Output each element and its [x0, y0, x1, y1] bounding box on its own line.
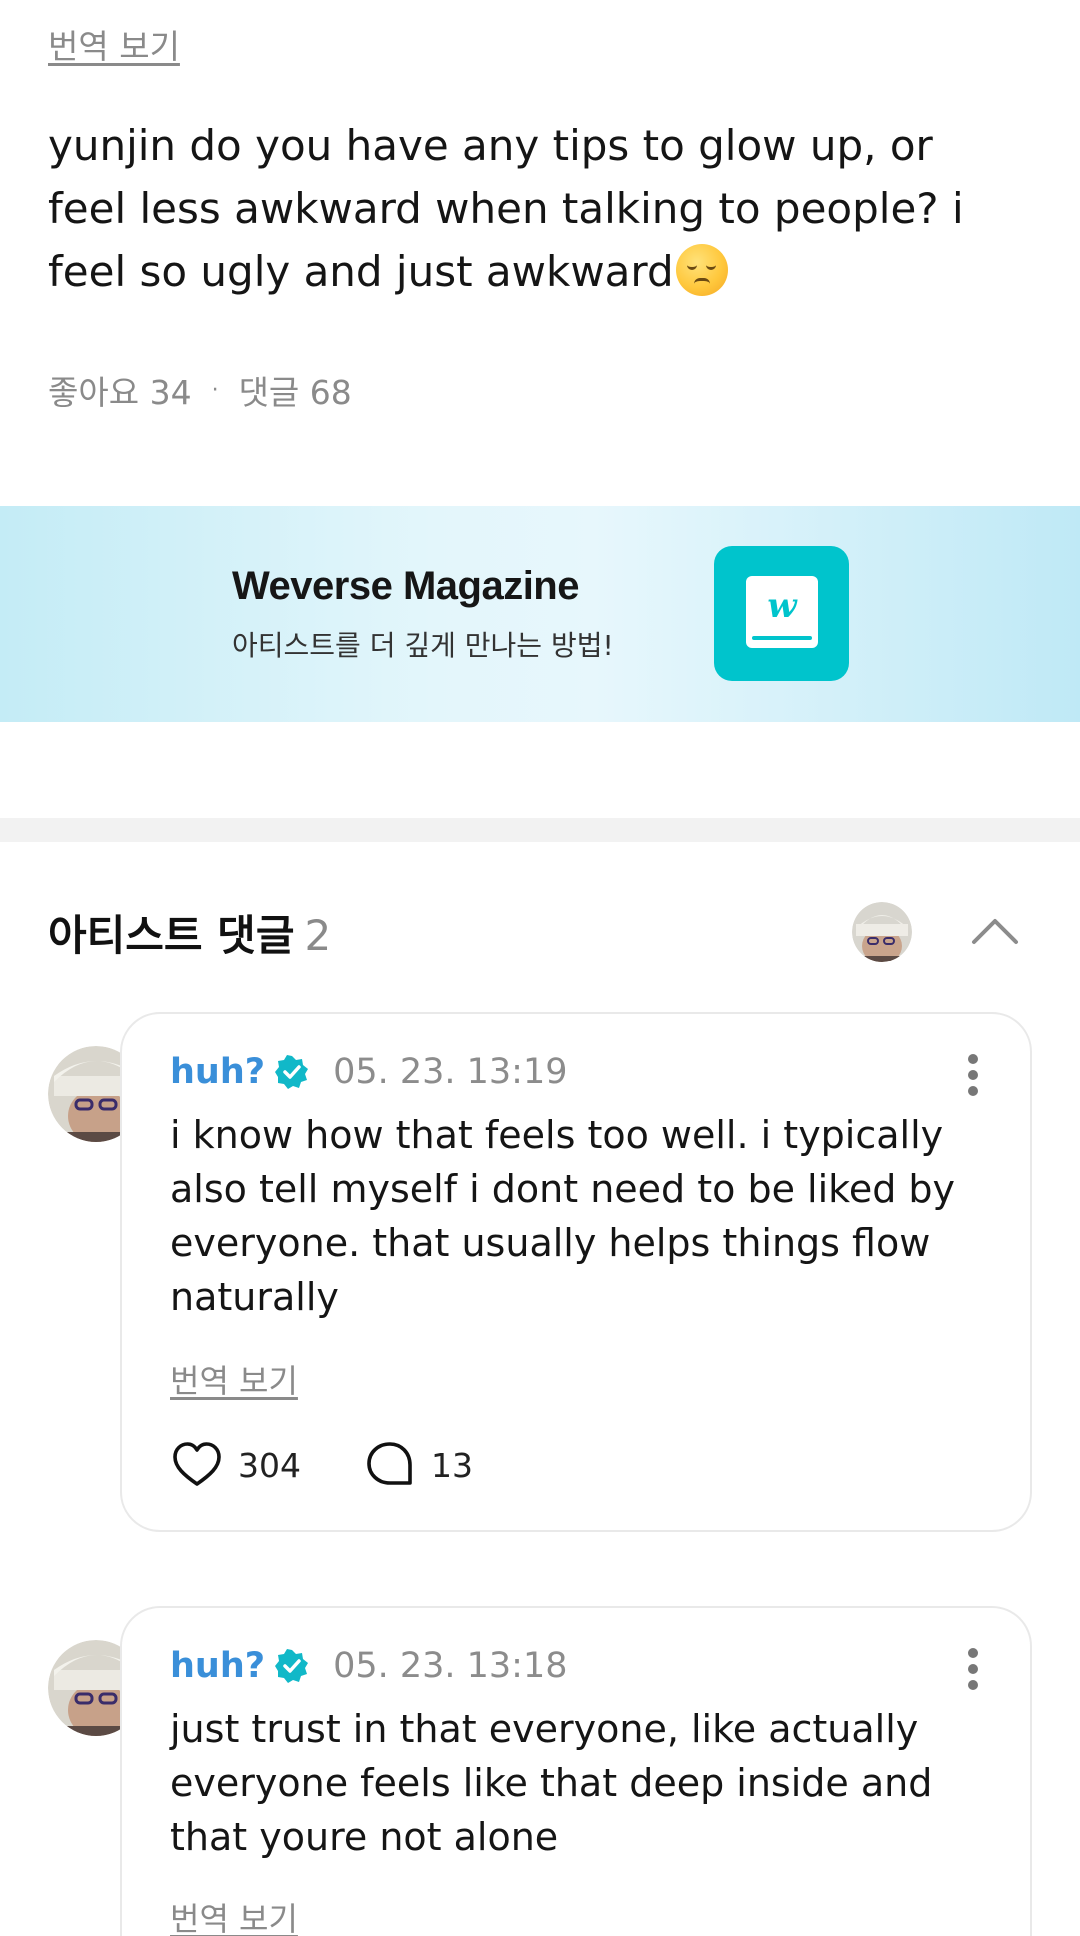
artist-comment-card: huh? 05. 23. 13:18 just trust in that ev… — [120, 1606, 1032, 1936]
comment-text: just trust in that everyone, like actual… — [170, 1707, 933, 1859]
translate-link[interactable]: 번역 보기 — [48, 20, 180, 68]
verified-badge-icon — [275, 1649, 309, 1683]
comment-translate-link[interactable]: 번역 보기 — [170, 1894, 298, 1936]
heart-icon[interactable] — [170, 1438, 224, 1492]
comment-actions: 304 13 — [170, 1438, 535, 1492]
comment-header: huh? 05. 23. 13:18 — [170, 1646, 568, 1686]
more-options-icon[interactable] — [966, 1054, 980, 1096]
pensive-face-emoji-icon — [675, 244, 728, 296]
book-shape: w — [746, 576, 818, 648]
verified-badge-icon — [275, 1055, 309, 1089]
weverse-magazine-banner[interactable]: Weverse Magazine 아티스트를 더 깊게 만나는 방법! w — [0, 506, 1080, 722]
section-divider — [0, 818, 1080, 842]
post-stats: 좋아요 34 · 댓글 68 — [48, 366, 352, 414]
comment-translate-link[interactable]: 번역 보기 — [170, 1356, 298, 1402]
comment-date: 05. 23. 13:18 — [333, 1646, 568, 1686]
comment-text: i know how that feels too well. i typica… — [170, 1113, 956, 1319]
reply-bubble-icon[interactable] — [363, 1438, 417, 1492]
comment-author[interactable]: huh? — [170, 1646, 265, 1686]
artist-avatar[interactable] — [852, 902, 912, 962]
artist-comment-card: huh? 05. 23. 13:19 i know how that feels… — [120, 1012, 1032, 1532]
artist-comments-count: 2 — [304, 911, 332, 960]
chevron-up-icon[interactable] — [968, 910, 1022, 950]
more-options-icon[interactable] — [966, 1648, 980, 1690]
comment-author[interactable]: huh? — [170, 1052, 265, 1092]
stats-separator: · — [211, 377, 219, 403]
comment-date: 05. 23. 13:19 — [333, 1052, 568, 1092]
post-body: yunjin do you have any tips to glow up, … — [48, 114, 988, 303]
post-text: yunjin do you have any tips to glow up, … — [48, 121, 964, 296]
comment-header: huh? 05. 23. 13:19 — [170, 1052, 568, 1092]
logo-glyph: w — [767, 586, 797, 626]
likes-count[interactable]: 좋아요 34 — [48, 366, 192, 414]
banner-title: Weverse Magazine — [232, 564, 579, 608]
banner-subtitle: 아티스트를 더 깊게 만나는 방법! — [232, 629, 614, 662]
artist-comments-title: 아티스트 댓글 — [48, 911, 295, 960]
post-detail-page: 번역 보기 yunjin do you have any tips to glo… — [0, 0, 1080, 1936]
comments-count[interactable]: 댓글 68 — [239, 366, 352, 414]
like-count: 304 — [238, 1445, 301, 1485]
reply-count: 13 — [431, 1445, 473, 1485]
artist-comments-header: 아티스트 댓글 2 — [48, 902, 331, 963]
weverse-magazine-book-icon: w — [714, 546, 849, 681]
